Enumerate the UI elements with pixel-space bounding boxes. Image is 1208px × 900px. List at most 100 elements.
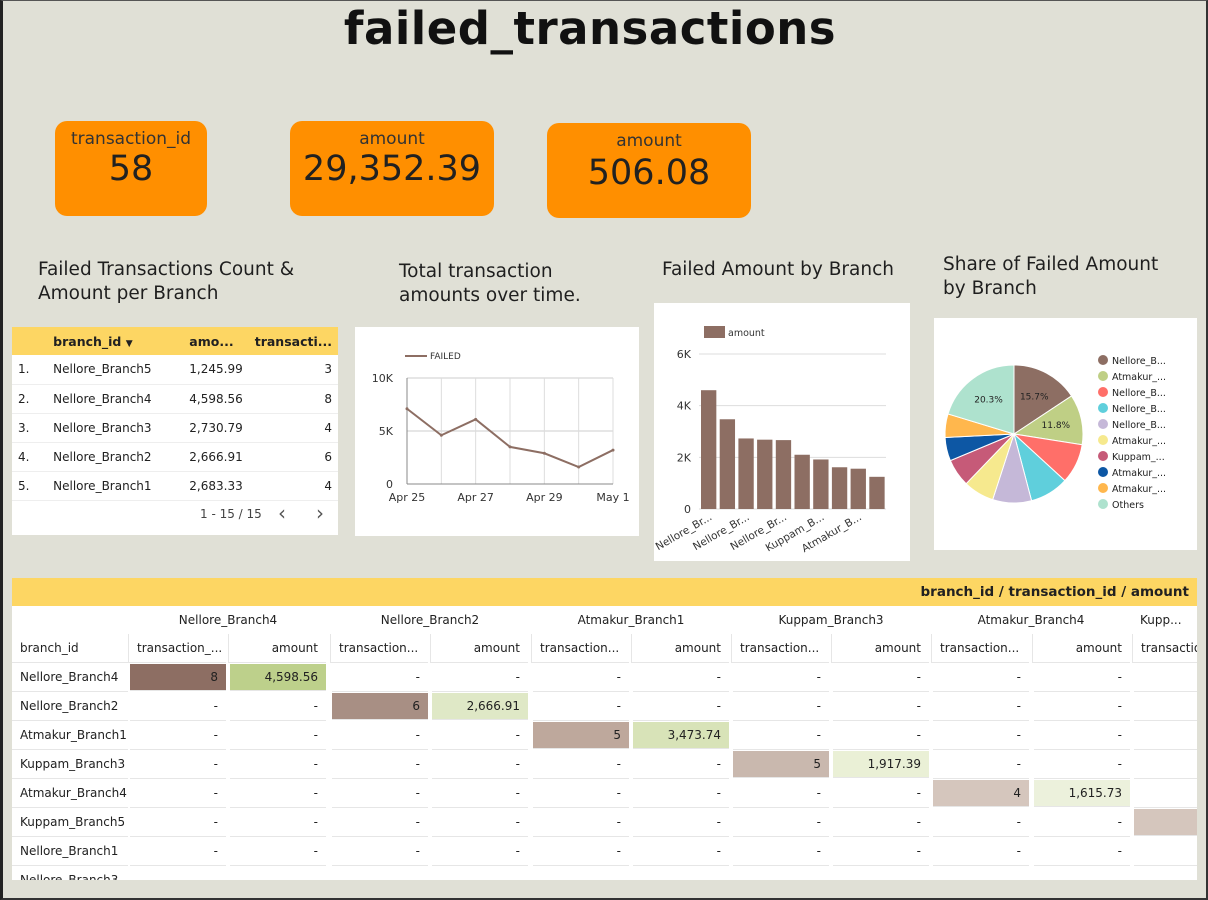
- count-cell: 4: [248, 413, 338, 443]
- pivot-cell: -: [833, 721, 929, 750]
- legend-label: Atmakur_...: [1112, 372, 1167, 383]
- line-chart: 0 5K 10K Apr 25 Apr 27 Apr 29 May 1 FAILED: [372, 352, 630, 504]
- pivot-cell: -: [130, 750, 226, 779]
- pivot-cell: [332, 866, 428, 880]
- row-label[interactable]: Kuppam_Branch3: [12, 750, 128, 779]
- kpi-value: 58: [108, 149, 154, 189]
- pivot-cell: -: [130, 837, 226, 866]
- legend-label: Nellore_B...: [1112, 356, 1166, 367]
- column-header-amount[interactable]: amo...: [183, 327, 249, 355]
- pivot-cell: -: [1034, 721, 1130, 750]
- pivot-cell: [432, 866, 528, 880]
- pivot-cell: -: [230, 837, 326, 866]
- row-header-label: branch_id: [12, 634, 128, 663]
- bar: [869, 476, 885, 509]
- y-tick-label: 2K: [677, 451, 692, 464]
- row-label[interactable]: Nellore_Branch2: [12, 692, 128, 721]
- row-label[interactable]: Nellore_Branch1: [12, 837, 128, 866]
- pivot-cell: [1134, 779, 1197, 808]
- pivot-cell: -: [533, 692, 629, 721]
- row-label[interactable]: Kuppam_Branch5: [12, 808, 128, 837]
- pivot-cell: -: [933, 808, 1029, 837]
- row-number: 2.: [12, 384, 48, 414]
- column-group-header: Kuppam_Branch3: [778, 613, 884, 627]
- amount-cell: 2,666.91: [183, 442, 249, 472]
- legend-item[interactable]: Atmakur_...: [1098, 370, 1166, 386]
- count-cell: 8: [248, 384, 338, 414]
- amount-cell: 4,598.56: [183, 384, 249, 414]
- pivot-cell: -: [1034, 663, 1130, 692]
- y-tick-label: 4K: [677, 400, 692, 413]
- amount-cell: 2,730.79: [183, 413, 249, 443]
- row-label[interactable]: Nellore_Branch3: [12, 866, 128, 880]
- pivot-cell: -: [833, 692, 929, 721]
- pivot-cell: -: [533, 779, 629, 808]
- pivot-cell: -: [833, 837, 929, 866]
- subcolumn-header: transaction_...: [128, 634, 226, 663]
- pie-chart: 15.7% 11.8% 20.3%: [944, 364, 1084, 504]
- table-row[interactable]: 3. Nellore_Branch3 2,730.79 4: [12, 413, 338, 443]
- pivot-cell: [130, 866, 226, 880]
- legend-label: Kuppam_...: [1112, 452, 1165, 463]
- legend-item[interactable]: Nellore_B...: [1098, 354, 1166, 370]
- table-row[interactable]: 1. Nellore_Branch5 1,245.99 3: [12, 355, 338, 385]
- legend-item[interactable]: Kuppam_...: [1098, 450, 1166, 466]
- kpi-avg-amount[interactable]: amount 506.08: [547, 123, 751, 218]
- pivot-cell: -: [633, 808, 729, 837]
- kpi-label: amount: [616, 131, 682, 151]
- line-chart-card[interactable]: 0 5K 10K Apr 25 Apr 27 Apr 29 May 1 FAILED: [355, 327, 639, 536]
- legend-label: Atmakur_...: [1112, 484, 1167, 495]
- slice-label: 11.8%: [1042, 421, 1071, 431]
- pivot-cell: -: [1034, 837, 1130, 866]
- legend-item[interactable]: Others: [1098, 498, 1166, 514]
- column-group-header: Nellore_Branch2: [380, 613, 480, 627]
- legend-swatch: [1098, 419, 1108, 429]
- data-point: [542, 451, 546, 455]
- bar: [831, 467, 848, 509]
- pivot-cell: [633, 866, 729, 880]
- legend-label: FAILED: [430, 352, 461, 362]
- x-tick-label: May 1: [596, 491, 629, 504]
- kpi-total-amount[interactable]: amount 29,352.39: [290, 121, 494, 216]
- pivot-cell: -: [230, 721, 326, 750]
- pivot-cell: -: [533, 750, 629, 779]
- subcolumn-header: transaction...: [731, 634, 829, 663]
- x-tick-label: Apr 25: [389, 491, 426, 504]
- pivot-cell: -: [733, 837, 829, 866]
- chevron-right-icon[interactable]: ›: [316, 501, 324, 525]
- sort-down-icon[interactable]: ▼: [126, 339, 133, 349]
- column-header-label: branch_id: [53, 333, 122, 349]
- slice-label: 20.3%: [974, 396, 1003, 406]
- pivot-cell: [1134, 750, 1197, 779]
- table-row[interactable]: 2. Nellore_Branch4 4,598.56 8: [12, 384, 338, 414]
- bar-chart-card[interactable]: 0 2K 4K 6K Nellore_Br... Nellore_Br... Nellore…: [654, 303, 910, 561]
- pivot-cell: [1034, 866, 1130, 880]
- pivot-cell: 2,666.91: [432, 693, 528, 720]
- row-label[interactable]: Atmakur_Branch1: [12, 721, 128, 750]
- legend-item[interactable]: Atmakur_...: [1098, 482, 1166, 498]
- legend-item[interactable]: Nellore_B...: [1098, 418, 1166, 434]
- legend-swatch: [1098, 403, 1108, 413]
- legend-item[interactable]: Atmakur_...: [1098, 434, 1166, 450]
- slice-label: 15.7%: [1020, 392, 1049, 402]
- subcolumn-header: amount: [631, 634, 729, 663]
- row-label[interactable]: Nellore_Branch4: [12, 663, 128, 692]
- column-header-branch-id[interactable]: branch_id ▼: [47, 327, 184, 355]
- pie-chart-card[interactable]: 15.7% 11.8% 20.3% Nellore_B... Atmakur_... N…: [934, 318, 1197, 550]
- pivot-cell: [1134, 721, 1197, 750]
- y-tick-label: 0: [386, 478, 393, 491]
- branch-cell: Nellore_Branch5: [47, 355, 184, 385]
- pivot-cell: -: [130, 808, 226, 837]
- row-label[interactable]: Atmakur_Branch4: [12, 779, 128, 808]
- legend-item[interactable]: Atmakur_...: [1098, 466, 1166, 482]
- row-number: 4.: [12, 442, 48, 472]
- legend-item[interactable]: Nellore_B...: [1098, 386, 1166, 402]
- chevron-left-icon[interactable]: ‹: [278, 501, 286, 525]
- column-header-transaction-id[interactable]: transacti...: [248, 327, 338, 355]
- kpi-transaction-count[interactable]: transaction_id 58: [55, 121, 207, 216]
- bar-chart: 02K4K6KNellore_Br...Nellore_Br...Nellore…: [654, 326, 886, 555]
- legend-item[interactable]: Nellore_B...: [1098, 402, 1166, 418]
- pivot-cell: 5: [733, 751, 829, 778]
- table-row[interactable]: 4. Nellore_Branch2 2,666.91 6: [12, 442, 338, 472]
- pivot-cell: [1134, 692, 1197, 721]
